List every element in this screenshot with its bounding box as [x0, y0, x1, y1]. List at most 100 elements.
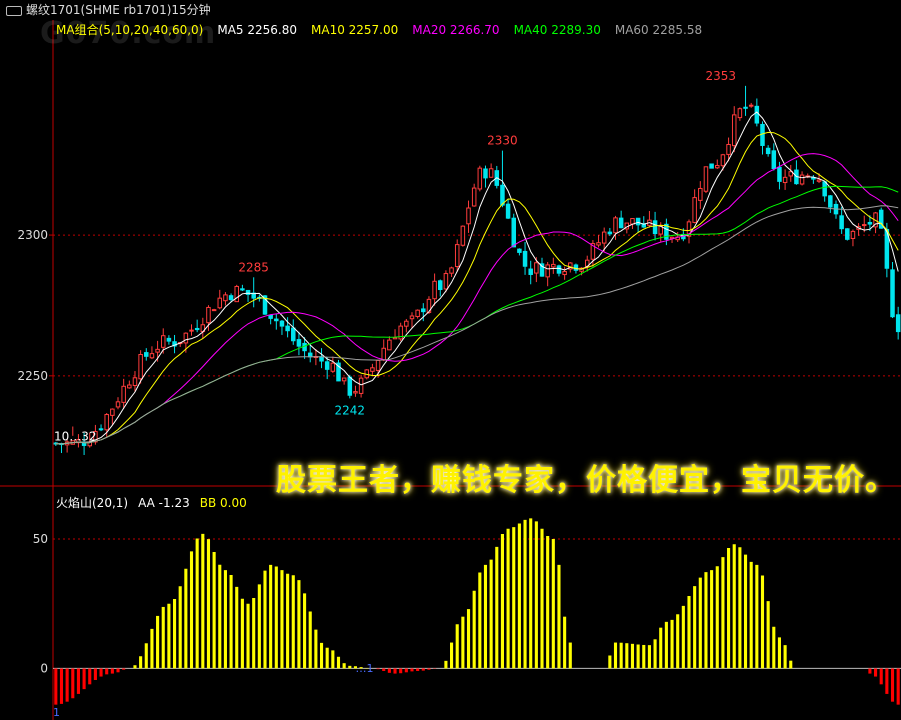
candle-body — [500, 184, 505, 206]
candle-body — [630, 218, 635, 225]
candle-body — [189, 329, 194, 332]
ma-group-label: MA组合(5,10,20,40,60,0) — [56, 23, 204, 37]
candle-body — [183, 332, 189, 344]
ma5-label: MA5 2256.80 — [217, 23, 297, 37]
candle-body — [279, 320, 285, 327]
candle-body — [194, 327, 200, 331]
candle-body — [517, 248, 522, 253]
ma60-line — [55, 205, 899, 445]
candle-body — [115, 401, 121, 408]
candle-body — [110, 408, 115, 416]
candle-body — [319, 356, 324, 362]
candle-body — [285, 325, 290, 332]
candle-body — [228, 295, 234, 301]
candle-body — [341, 377, 347, 382]
candle-body — [471, 187, 477, 207]
candle-body — [607, 231, 613, 235]
candle-body — [720, 154, 726, 167]
candle-body — [217, 297, 223, 309]
candle-body — [234, 285, 239, 303]
candle-body — [358, 377, 364, 394]
candle-body — [839, 215, 844, 230]
candle-body — [618, 217, 624, 229]
candle-body — [409, 315, 415, 320]
candle-body — [387, 339, 392, 351]
candle-body — [613, 217, 618, 234]
candle-body — [370, 367, 375, 372]
price-tick-label: 2250 — [17, 369, 48, 383]
indicator-annotation: …1 — [355, 662, 373, 675]
candle-body — [709, 163, 714, 169]
indicator-aa: AA -1.23 — [138, 496, 190, 510]
candle-body — [132, 377, 138, 387]
candle-body — [715, 165, 720, 169]
price-annotation: 2285 — [238, 260, 269, 274]
chart-window: 2250 2300 50 0 2353 2330 2285 2242 10…32 1 …1 螺纹17… — [0, 0, 901, 720]
candle-body — [421, 308, 426, 313]
indicator-name: 火焰山(20,1) — [56, 496, 129, 510]
candle-body — [138, 353, 143, 380]
candle-body — [562, 271, 567, 276]
candle-body — [291, 327, 296, 342]
candle-body — [703, 166, 709, 192]
candle-body — [466, 207, 471, 225]
candle-body — [381, 347, 386, 361]
candle-body — [144, 352, 149, 357]
candle-body — [760, 123, 765, 146]
candle-body — [816, 179, 822, 182]
candle-body — [867, 221, 873, 225]
candle-body — [556, 265, 562, 274]
candle-body — [206, 306, 211, 324]
ma20-label: MA20 2266.70 — [412, 23, 500, 37]
candle-body — [743, 106, 748, 109]
candle-body — [127, 384, 132, 389]
candle-body — [483, 168, 488, 179]
candle-body — [511, 217, 516, 248]
price-annotation: 2330 — [487, 134, 518, 148]
candle-body — [895, 314, 901, 333]
candle-body — [850, 230, 856, 239]
candle-body — [211, 309, 217, 312]
window-icon[interactable] — [6, 5, 22, 16]
candle-body — [392, 337, 398, 340]
ma10-label: MA10 2257.00 — [311, 23, 399, 37]
candle-body — [415, 309, 420, 317]
indicator-annotation: 1 — [53, 706, 60, 719]
candle-body — [149, 353, 155, 359]
candle-body — [601, 231, 607, 244]
price-tick-label: 2300 — [17, 228, 48, 242]
candle-body — [799, 174, 805, 185]
candle-body — [449, 267, 454, 274]
candle-body — [545, 264, 550, 278]
candle-body — [822, 181, 827, 197]
candle-body — [522, 250, 528, 267]
candle-body — [505, 203, 511, 219]
candle-body — [698, 187, 703, 201]
candle-body — [731, 114, 737, 147]
candle-body — [534, 262, 539, 274]
indicator-tick-label: 0 — [40, 661, 48, 675]
candle-body — [777, 166, 782, 182]
candle-body — [551, 263, 556, 268]
candle-body — [477, 167, 483, 190]
candle-body — [737, 108, 743, 119]
candle-body — [268, 314, 273, 319]
candle-body — [347, 376, 353, 396]
indicator-bb: BB 0.00 — [199, 496, 247, 510]
candle-body — [166, 337, 172, 342]
promo-banner: 股票王者，赚钱专家，价格便宜，宝贝无价。 — [276, 463, 896, 498]
price-annotation: 2353 — [706, 69, 737, 83]
candle-body — [828, 195, 833, 208]
candle-body — [845, 228, 850, 240]
candle-body — [353, 391, 358, 394]
candle-body — [375, 359, 381, 371]
indicator-legend: 火焰山(20,1) AA -1.23 BB 0.00 — [56, 494, 257, 511]
candle-body — [635, 217, 641, 226]
ma60-label: MA60 2285.58 — [614, 23, 703, 37]
candle-body — [307, 352, 313, 358]
candle-body — [488, 168, 494, 178]
candle-body — [596, 242, 601, 246]
chart-canvas[interactable]: 2250 2300 50 0 2353 2330 2285 2242 10…32 1 …1 — [0, 0, 901, 720]
candle-body — [223, 294, 228, 302]
candle-body — [296, 339, 302, 347]
